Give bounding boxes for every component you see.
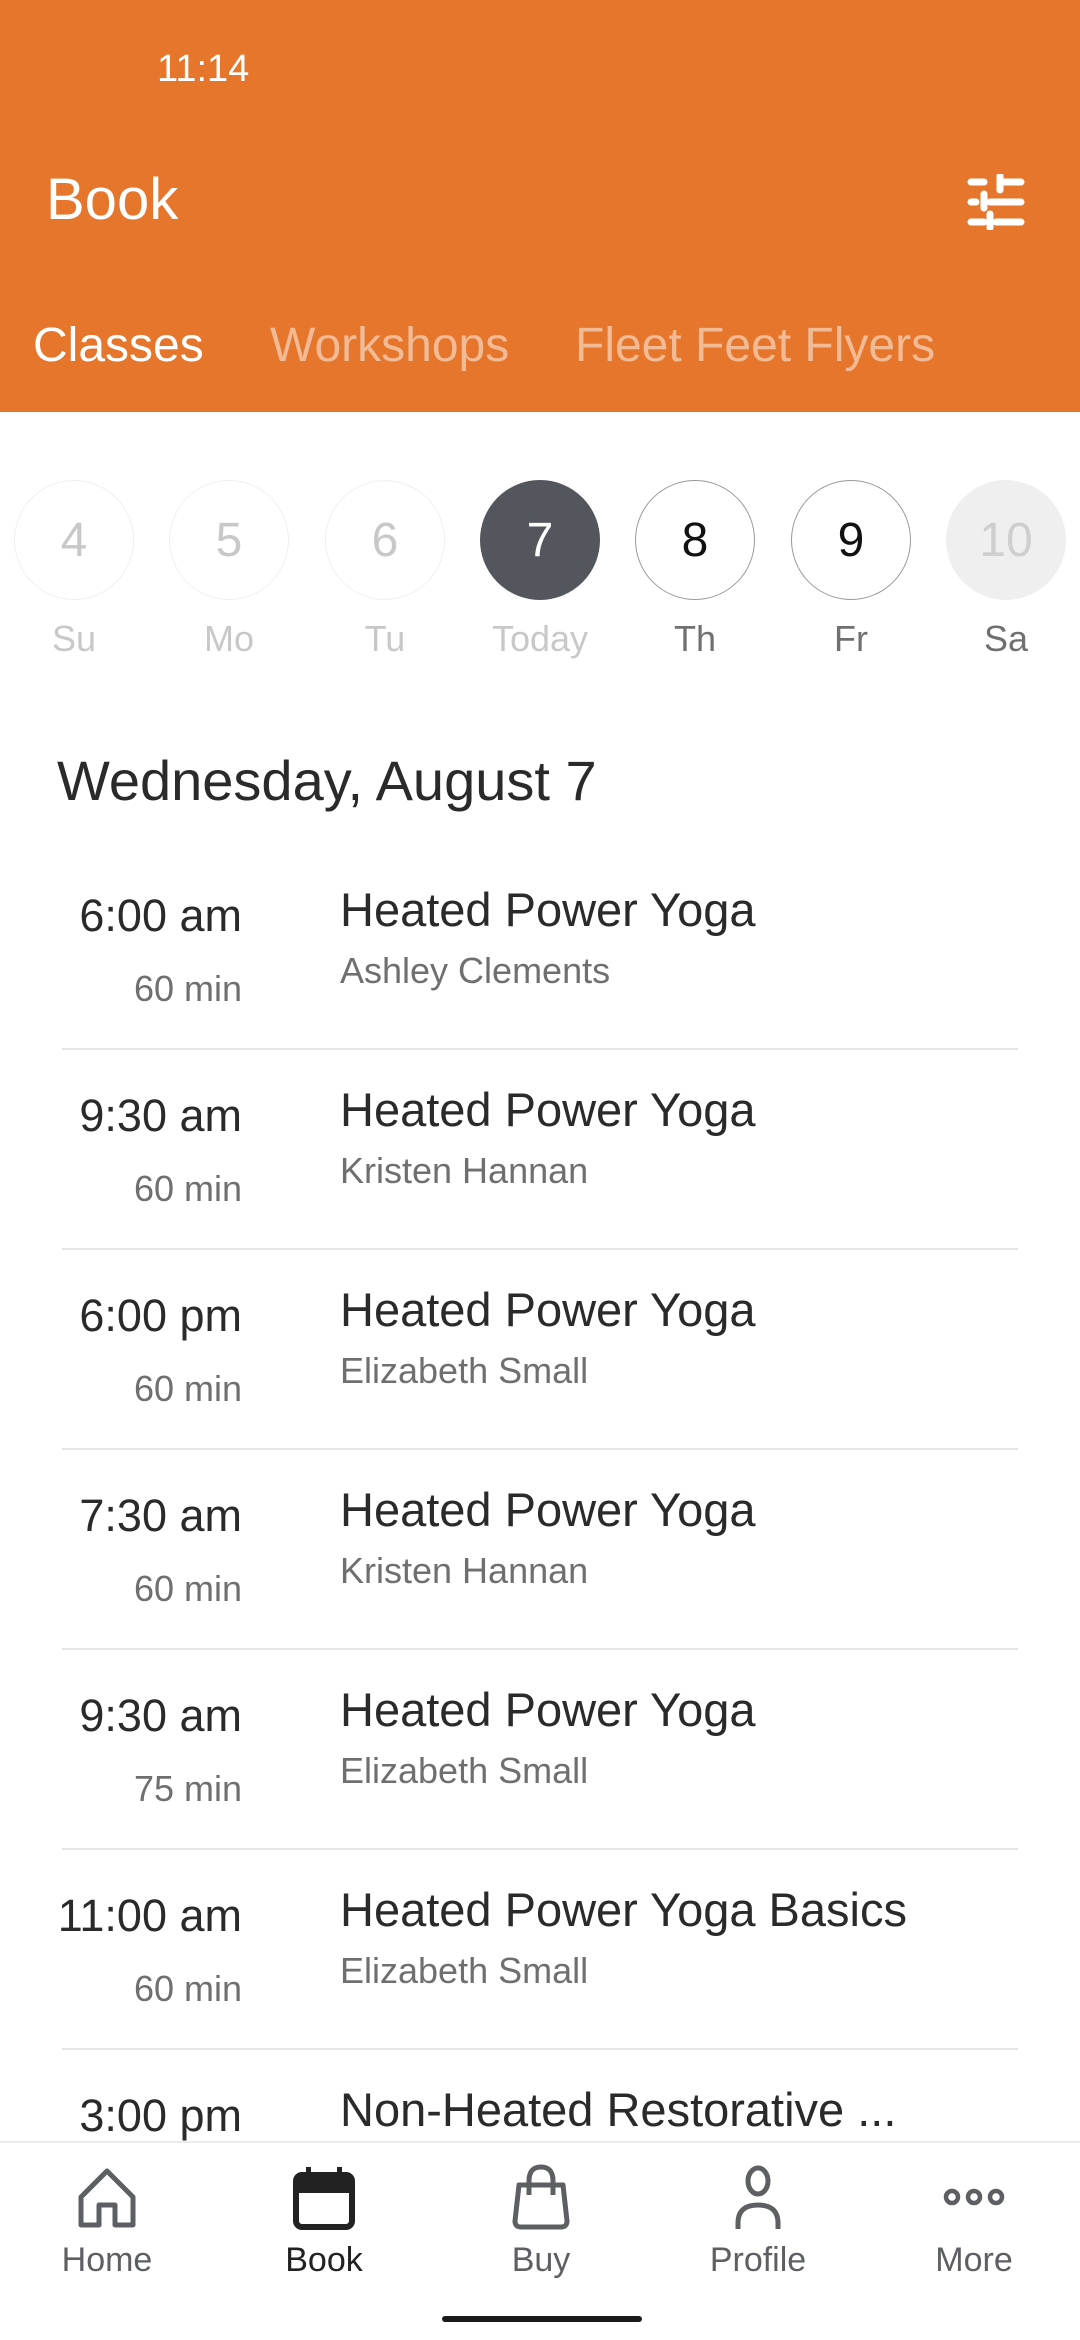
page-title: Book <box>46 167 179 232</box>
class-row[interactable]: 9:30 am 75 min Heated Power Yoga Elizabe… <box>0 1650 1080 1850</box>
class-duration: 60 min <box>133 1168 242 1209</box>
tab-fleet-feet-flyers[interactable]: Fleet Feet Flyers <box>575 318 935 373</box>
more-dots-icon <box>943 2188 1005 2206</box>
class-duration: 60 min <box>133 1568 242 1609</box>
class-duration: 60 min <box>133 968 242 1009</box>
nav-label: Home <box>61 2241 153 2279</box>
class-time: 3:00 pm <box>79 2090 242 2141</box>
nav-book[interactable]: Book <box>224 2163 424 2280</box>
day-label: Fr <box>834 618 868 659</box>
class-instructor: Kristen Hannan <box>340 1550 589 1591</box>
nav-label: Profile <box>709 2241 807 2279</box>
bottom-nav: Home Book Buy Profile More <box>0 2141 1080 2340</box>
date-heading: Wednesday, August 7 <box>57 749 597 812</box>
calendar-icon <box>293 2167 355 2230</box>
class-name: Non-Heated Restorative ... <box>340 2083 897 2136</box>
nav-more[interactable]: More <box>874 2163 1074 2280</box>
filter-button[interactable] <box>966 172 1026 232</box>
tab-classes[interactable]: Classes <box>33 318 204 373</box>
class-list: 6:00 am 60 min Heated Power Yoga Ashley … <box>0 850 1080 2250</box>
class-time: 7:30 am <box>79 1490 242 1541</box>
class-row[interactable]: 6:00 am 60 min Heated Power Yoga Ashley … <box>0 850 1080 1050</box>
app-header: 11:14 Book Classes Workshops Fleet Feet … <box>0 0 1080 412</box>
class-instructor: Elizabeth Small <box>340 1950 589 1991</box>
date-strip: 4 Su 5 Mo 6 Tu 7 Today 8 Th 9 Fr 10 Sa <box>0 480 1080 660</box>
class-duration: 60 min <box>133 1368 242 1409</box>
nav-label: More <box>935 2241 1013 2279</box>
nav-label: Book <box>285 2241 363 2279</box>
nav-home[interactable]: Home <box>7 2163 207 2280</box>
day-label: Today <box>491 618 589 659</box>
day-8[interactable]: 8 Th <box>634 480 756 660</box>
person-icon <box>735 2165 781 2229</box>
nav-label: Buy <box>511 2241 571 2279</box>
class-row[interactable]: 6:00 pm 60 min Heated Power Yoga Elizabe… <box>0 1250 1080 1450</box>
class-time: 6:00 am <box>79 890 242 941</box>
class-time: 9:30 am <box>79 1690 242 1741</box>
class-name: Heated Power Yoga <box>340 1083 756 1136</box>
class-duration: 60 min <box>133 1968 242 2009</box>
class-row[interactable]: 7:30 am 60 min Heated Power Yoga Kristen… <box>0 1450 1080 1650</box>
class-instructor: Ashley Clements <box>340 950 611 991</box>
day-number: 9 <box>791 480 911 600</box>
day-number: 6 <box>325 480 445 600</box>
tab-workshops[interactable]: Workshops <box>270 318 509 373</box>
class-name: Heated Power Yoga <box>340 1483 756 1536</box>
day-7-today[interactable]: 7 Today <box>479 480 601 660</box>
day-4[interactable]: 4 Su <box>13 480 135 660</box>
day-number: 8 <box>635 480 755 600</box>
status-bar-time: 11:14 <box>157 48 250 90</box>
class-name: Heated Power Yoga Basics <box>340 1883 907 1936</box>
book-screen: 11:14 Book Classes Workshops Fleet Feet … <box>0 0 1080 2340</box>
class-name: Heated Power Yoga <box>340 883 756 936</box>
day-label: Mo <box>203 618 254 659</box>
class-instructor: Elizabeth Small <box>340 1350 589 1391</box>
class-name: Heated Power Yoga <box>340 1283 756 1336</box>
home-icon <box>78 2168 136 2228</box>
class-duration: 75 min <box>133 1768 242 1809</box>
day-label: Tu <box>364 618 406 659</box>
day-number: 10 <box>946 480 1066 600</box>
class-time: 11:00 am <box>57 1890 242 1941</box>
nav-profile[interactable]: Profile <box>658 2163 858 2280</box>
home-indicator[interactable] <box>442 2316 642 2322</box>
nav-buy[interactable]: Buy <box>441 2163 641 2280</box>
class-time: 6:00 pm <box>79 1290 242 1341</box>
class-instructor: Kristen Hannan <box>340 1150 589 1191</box>
day-label: Sa <box>983 618 1029 659</box>
class-row[interactable]: 11:00 am 60 min Heated Power Yoga Basics… <box>0 1850 1080 2050</box>
class-time: 9:30 am <box>79 1090 242 1141</box>
day-6[interactable]: 6 Tu <box>324 480 446 660</box>
day-label: Su <box>51 618 97 659</box>
day-5[interactable]: 5 Mo <box>168 480 290 660</box>
day-9[interactable]: 9 Fr <box>790 480 912 660</box>
class-instructor: Elizabeth Small <box>340 1750 589 1791</box>
category-tabs: Classes Workshops Fleet Feet Flyers <box>0 318 1080 378</box>
shopping-bag-icon <box>512 2164 570 2230</box>
day-number: 5 <box>169 480 289 600</box>
class-name: Heated Power Yoga <box>340 1683 756 1736</box>
day-10[interactable]: 10 Sa <box>945 480 1067 660</box>
sliders-icon <box>967 172 1025 232</box>
day-label: Th <box>673 618 716 659</box>
day-number: 4 <box>14 480 134 600</box>
class-row[interactable]: 9:30 am 60 min Heated Power Yoga Kristen… <box>0 1050 1080 1250</box>
day-number: 7 <box>480 480 600 600</box>
